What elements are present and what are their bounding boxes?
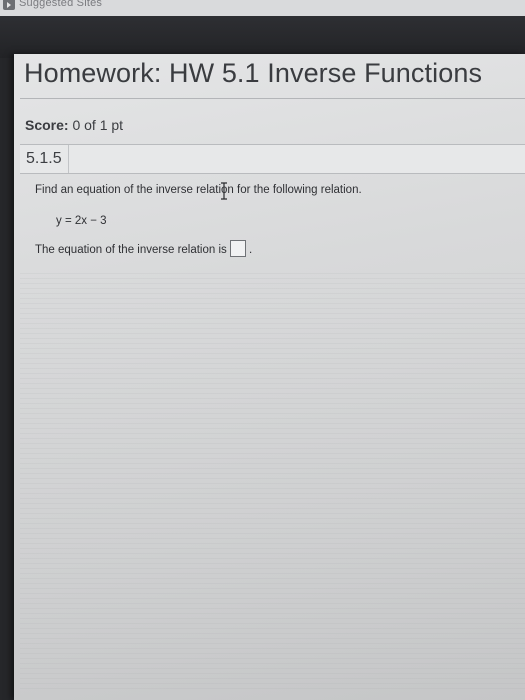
answer-period: . bbox=[249, 244, 253, 256]
score-value: 0 of 1 pt bbox=[72, 117, 124, 133]
page-title: Homework: HW 5.1 Inverse Functions bbox=[24, 58, 483, 88]
answer-input[interactable] bbox=[230, 240, 246, 257]
page-body-area bbox=[20, 269, 525, 689]
question-prompt: Find an equation of the inverse relation… bbox=[35, 184, 362, 196]
score-row: Score: 0 of 1 pt bbox=[25, 117, 123, 133]
score-label: Score: bbox=[25, 117, 69, 133]
question-number: 5.1.5 bbox=[26, 150, 62, 167]
title-divider bbox=[20, 98, 525, 99]
monitor-dark-band bbox=[0, 16, 525, 58]
bookmarks-bar: Suggested Sites bbox=[0, 0, 525, 17]
bookmark-arrow-icon[interactable] bbox=[3, 0, 15, 10]
bookmark-suggested-sites[interactable]: Suggested Sites bbox=[19, 0, 102, 9]
answer-prompt: The equation of the inverse relation is bbox=[35, 244, 227, 256]
monitor-bezel bbox=[0, 58, 14, 700]
homework-page: Homework: HW 5.1 Inverse Functions Score… bbox=[14, 54, 525, 700]
question-header-divider bbox=[68, 145, 69, 173]
question-header: 5.1.5 bbox=[20, 144, 525, 174]
photo-background: Suggested Sites Homework: HW 5.1 Inverse… bbox=[0, 0, 525, 700]
given-relation: y = 2x − 3 bbox=[56, 215, 107, 227]
text-cursor-icon bbox=[221, 182, 227, 200]
